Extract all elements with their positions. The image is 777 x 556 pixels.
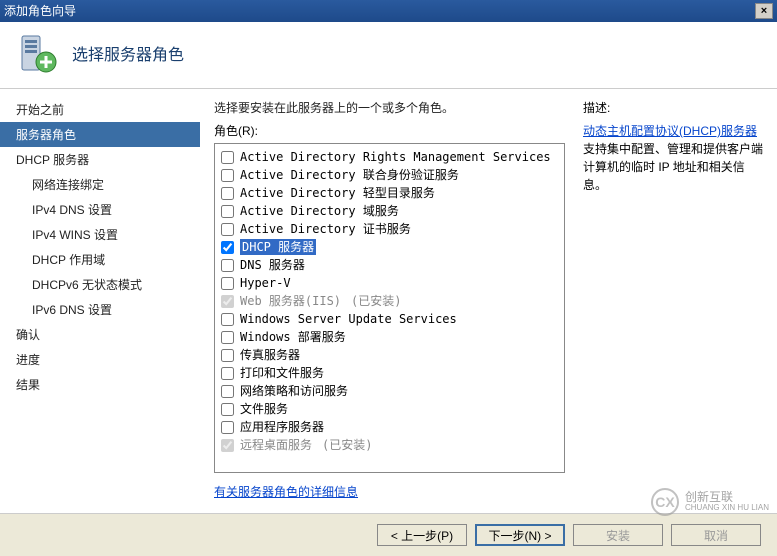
watermark-icon: CX	[651, 488, 679, 516]
role-row[interactable]: Active Directory 域服务	[221, 202, 558, 220]
role-label: 传真服务器	[240, 347, 300, 363]
description-link[interactable]: 动态主机配置协议(DHCP)服务器	[583, 124, 757, 138]
description-text: 动态主机配置协议(DHCP)服务器支持集中配置、管理和提供客户端计算机的临时 I…	[583, 122, 763, 194]
role-checkbox	[221, 439, 234, 452]
role-label: 网络策略和访问服务	[240, 383, 348, 399]
role-checkbox[interactable]	[221, 205, 234, 218]
role-row[interactable]: 打印和文件服务	[221, 364, 558, 382]
sidebar-item[interactable]: 确认	[0, 322, 200, 347]
role-row[interactable]: Active Directory Rights Management Servi…	[221, 148, 558, 166]
role-checkbox	[221, 295, 234, 308]
content-area: 开始之前服务器角色DHCP 服务器网络连接绑定IPv4 DNS 设置IPv4 W…	[0, 89, 777, 541]
main-panel: 选择要安装在此服务器上的一个或多个角色。 角色(R): Active Direc…	[200, 89, 777, 541]
sidebar-item[interactable]: DHCP 服务器	[0, 147, 200, 172]
role-label: Active Directory Rights Management Servi…	[240, 149, 551, 165]
role-checkbox[interactable]	[221, 331, 234, 344]
title-bar: 添加角色向导 ×	[0, 0, 777, 22]
close-button[interactable]: ×	[755, 3, 773, 19]
button-bar: < 上一步(P) 下一步(N) > 安装 取消	[0, 513, 777, 556]
role-checkbox[interactable]	[221, 169, 234, 182]
role-checkbox[interactable]	[221, 367, 234, 380]
sidebar-item[interactable]: 进度	[0, 347, 200, 372]
role-row: 远程桌面服务 (已安装)	[221, 436, 558, 454]
role-checkbox[interactable]	[221, 187, 234, 200]
sidebar-item[interactable]: IPv6 DNS 设置	[0, 297, 200, 322]
role-row[interactable]: Hyper-V	[221, 274, 558, 292]
watermark: CX 创新互联 CHUANG XIN HU LIAN	[651, 488, 769, 516]
role-checkbox[interactable]	[221, 403, 234, 416]
role-row[interactable]: Active Directory 联合身份验证服务	[221, 166, 558, 184]
wizard-sidebar: 开始之前服务器角色DHCP 服务器网络连接绑定IPv4 DNS 设置IPv4 W…	[0, 89, 200, 541]
instruction-text: 选择要安装在此服务器上的一个或多个角色。	[214, 99, 565, 116]
sidebar-item[interactable]: DHCP 作用域	[0, 247, 200, 272]
roles-listbox[interactable]: Active Directory Rights Management Servi…	[214, 143, 565, 473]
role-row[interactable]: Active Directory 证书服务	[221, 220, 558, 238]
role-checkbox[interactable]	[221, 349, 234, 362]
sidebar-item[interactable]: 网络连接绑定	[0, 172, 200, 197]
role-row[interactable]: Active Directory 轻型目录服务	[221, 184, 558, 202]
role-checkbox[interactable]	[221, 241, 234, 254]
description-body: 支持集中配置、管理和提供客户端计算机的临时 IP 地址和相关信息。	[583, 142, 763, 192]
role-label: Web 服务器(IIS)	[240, 293, 341, 309]
role-checkbox[interactable]	[221, 385, 234, 398]
role-row: Web 服务器(IIS) (已安装)	[221, 292, 558, 310]
description-label: 描述:	[583, 99, 763, 116]
installed-tag: (已安装)	[322, 437, 372, 453]
role-row[interactable]: 网络策略和访问服务	[221, 382, 558, 400]
role-row[interactable]: DNS 服务器	[221, 256, 558, 274]
server-role-icon	[16, 32, 58, 74]
role-label: Active Directory 证书服务	[240, 221, 411, 237]
roles-label: 角色(R):	[214, 122, 565, 139]
role-row[interactable]: 文件服务	[221, 400, 558, 418]
installed-tag: (已安装)	[351, 293, 401, 309]
role-checkbox[interactable]	[221, 421, 234, 434]
wizard-header: 选择服务器角色	[0, 22, 777, 89]
role-checkbox[interactable]	[221, 151, 234, 164]
sidebar-item[interactable]: 结果	[0, 372, 200, 397]
role-row[interactable]: Windows Server Update Services	[221, 310, 558, 328]
role-label: 远程桌面服务	[240, 437, 312, 453]
next-button[interactable]: 下一步(N) >	[475, 524, 565, 546]
sidebar-item[interactable]: IPv4 DNS 设置	[0, 197, 200, 222]
role-row[interactable]: 应用程序服务器	[221, 418, 558, 436]
role-label: Hyper-V	[240, 275, 291, 291]
role-label: Active Directory 轻型目录服务	[240, 185, 435, 201]
install-button: 安装	[573, 524, 663, 546]
role-label: DHCP 服务器	[240, 239, 316, 255]
watermark-sub: CHUANG XIN HU LIAN	[685, 504, 769, 513]
role-label: Active Directory 域服务	[240, 203, 399, 219]
sidebar-item[interactable]: 开始之前	[0, 97, 200, 122]
sidebar-item[interactable]: DHCPv6 无状态模式	[0, 272, 200, 297]
role-label: 打印和文件服务	[240, 365, 324, 381]
sidebar-item[interactable]: 服务器角色	[0, 122, 200, 147]
prev-button[interactable]: < 上一步(P)	[377, 524, 467, 546]
role-checkbox[interactable]	[221, 223, 234, 236]
role-row[interactable]: DHCP 服务器	[221, 238, 558, 256]
role-checkbox[interactable]	[221, 313, 234, 326]
role-label: 文件服务	[240, 401, 288, 417]
role-label: DNS 服务器	[240, 257, 305, 273]
role-row[interactable]: 传真服务器	[221, 346, 558, 364]
role-row[interactable]: Windows 部署服务	[221, 328, 558, 346]
role-checkbox[interactable]	[221, 259, 234, 272]
role-label: Windows Server Update Services	[240, 311, 457, 327]
sidebar-item[interactable]: IPv4 WINS 设置	[0, 222, 200, 247]
role-checkbox[interactable]	[221, 277, 234, 290]
role-label: Active Directory 联合身份验证服务	[240, 167, 459, 183]
cancel-button: 取消	[671, 524, 761, 546]
role-label: Windows 部署服务	[240, 329, 346, 345]
more-info-link[interactable]: 有关服务器角色的详细信息	[214, 485, 358, 499]
role-label: 应用程序服务器	[240, 419, 324, 435]
page-title: 选择服务器角色	[72, 41, 184, 65]
window-title: 添加角色向导	[4, 0, 76, 22]
